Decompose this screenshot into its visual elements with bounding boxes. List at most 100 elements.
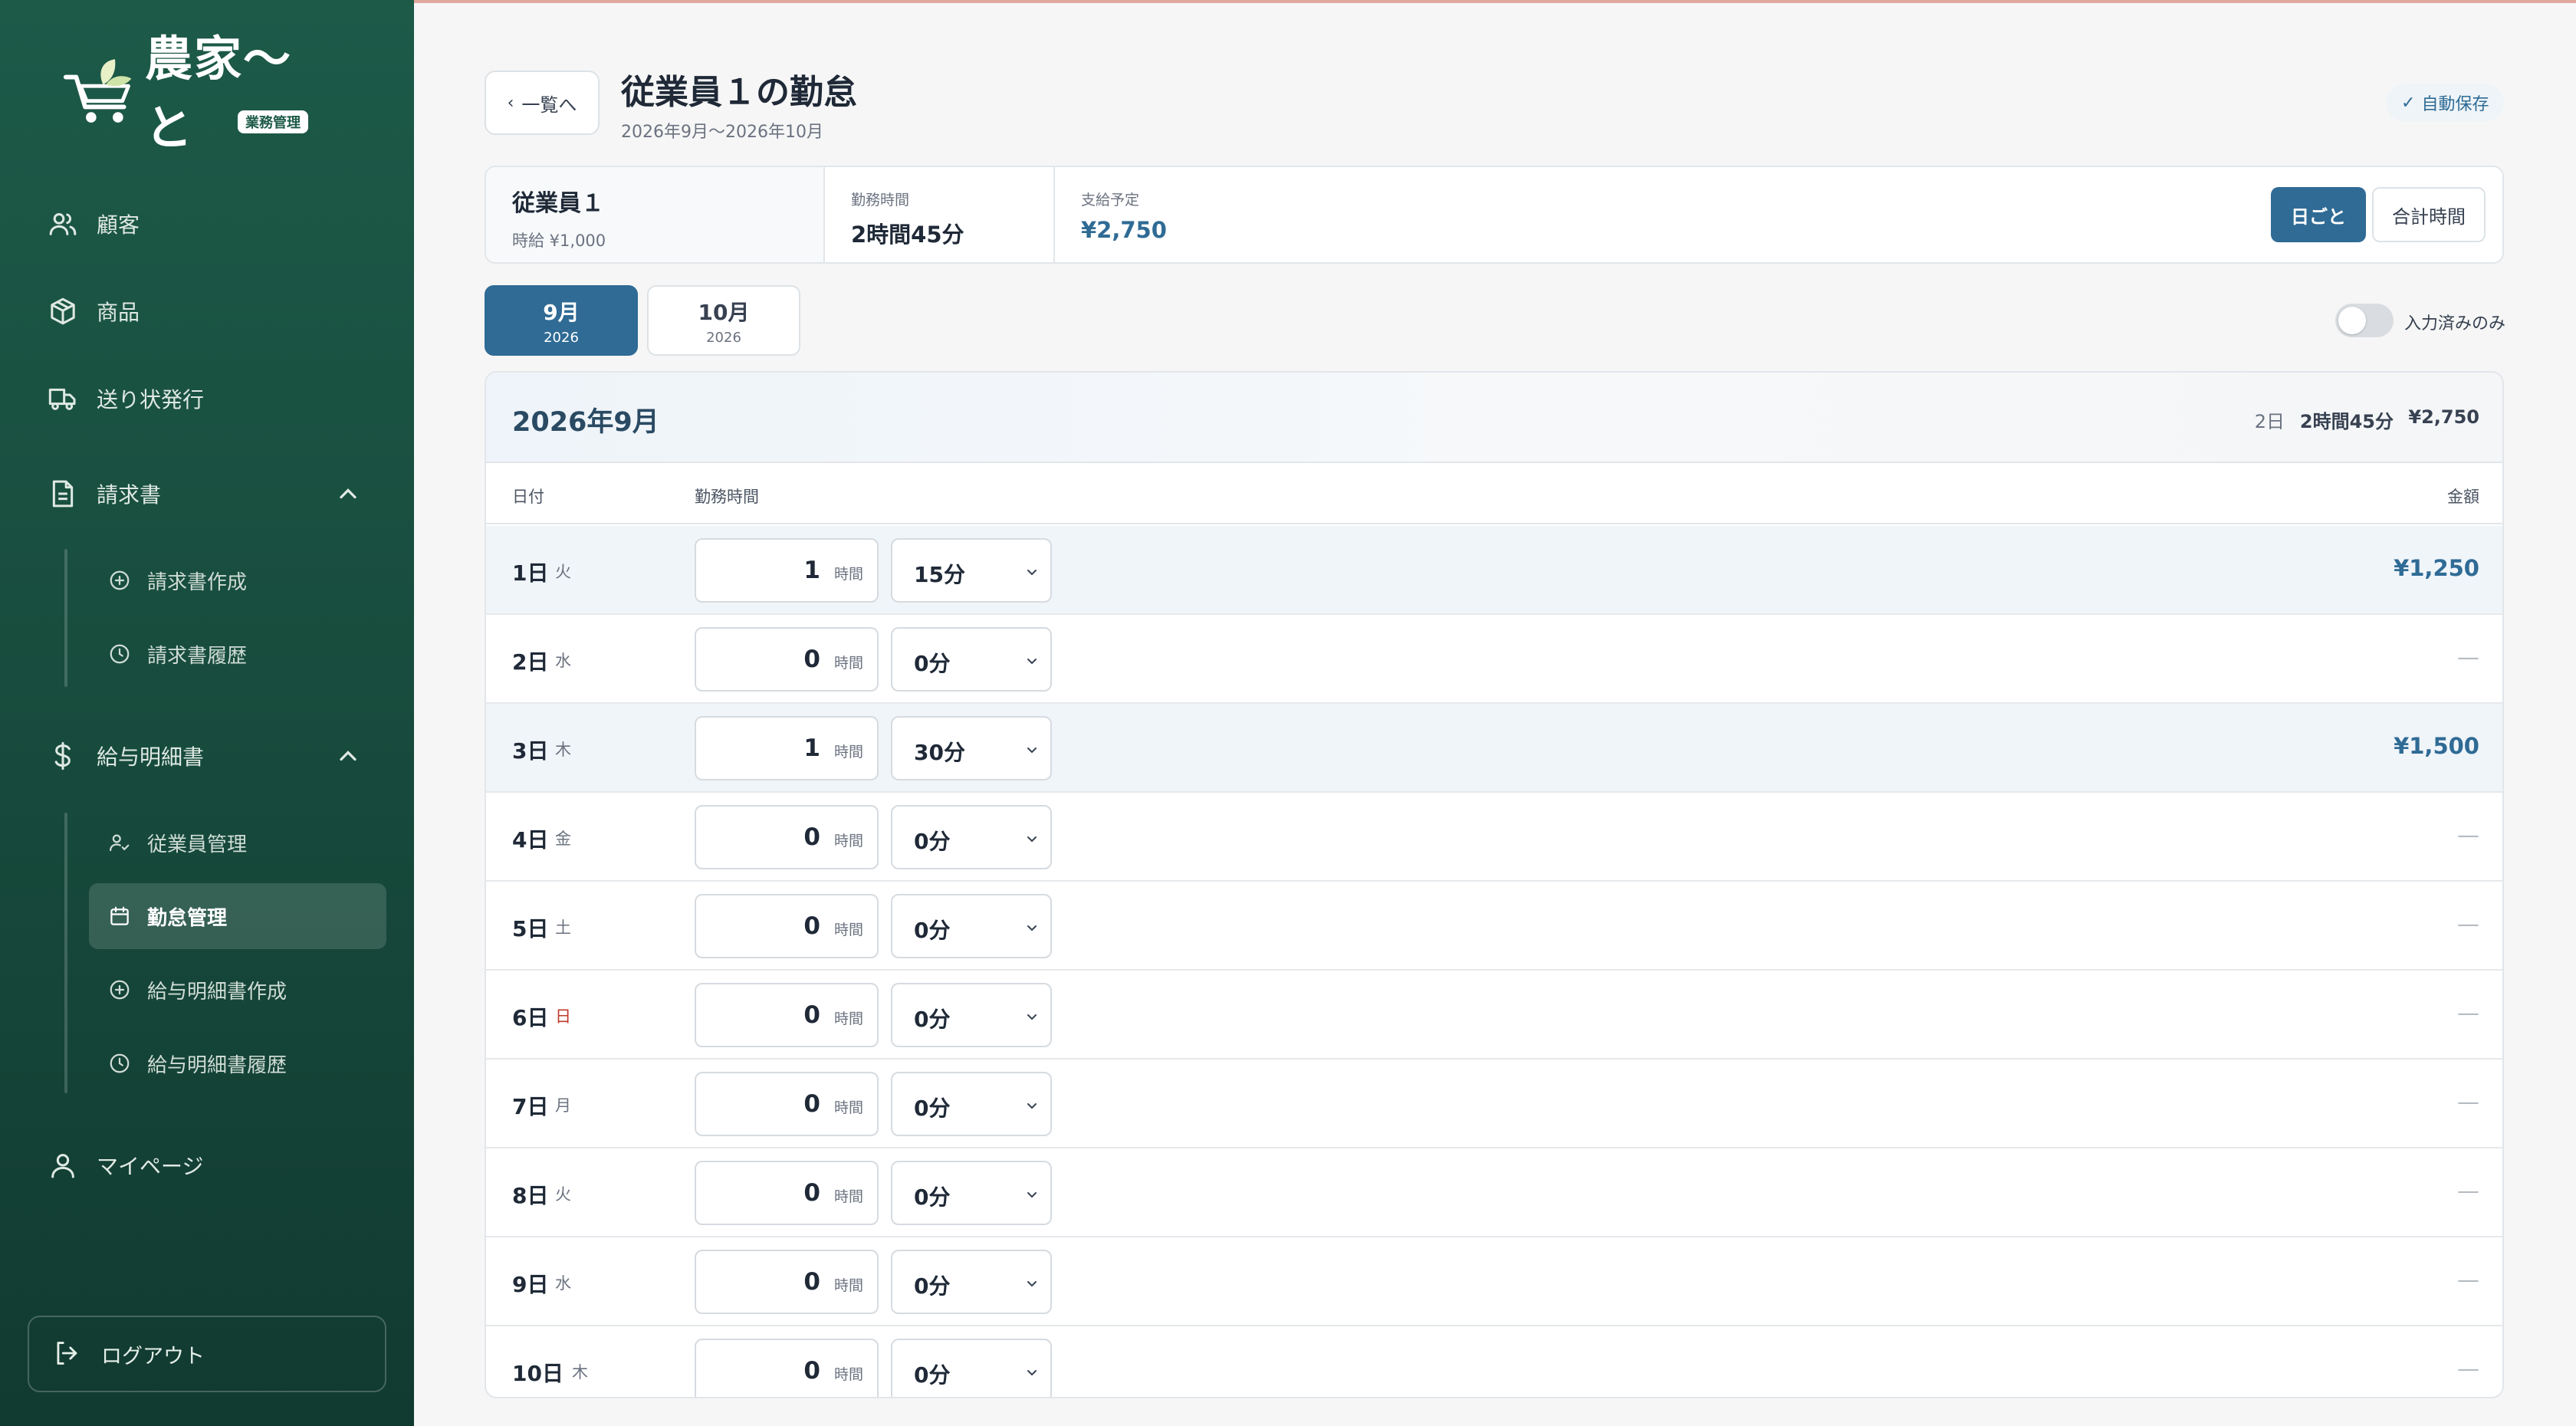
table-row: 6日 日 0 時間 0分 — <box>486 971 2502 1060</box>
chevron-up-icon[interactable] <box>334 742 362 770</box>
nav-shipping[interactable]: 送り状発行 <box>46 376 204 422</box>
nav-invoice-history[interactable]: 請求書履歴 <box>89 621 386 687</box>
employee-name: 従業員１ <box>512 190 604 217</box>
month-tab-september[interactable]: 9月 2026 <box>485 285 638 356</box>
row-amount: — <box>2457 1178 2479 1204</box>
row-date: 5日 <box>512 916 549 941</box>
user-check-icon <box>107 830 132 855</box>
row-date: 7日 <box>512 1094 549 1119</box>
employee-info: 従業員１ 時給 ¥1,000 <box>486 167 825 262</box>
chevron-down-icon <box>1027 748 1037 754</box>
minutes-value: 15分 <box>914 562 965 587</box>
minutes-select[interactable]: 0分 <box>891 894 1052 958</box>
hours-value: 0 <box>803 1001 820 1029</box>
row-amount: ¥1,250 <box>2394 555 2479 581</box>
hours-value: 0 <box>803 823 820 851</box>
hours-input[interactable]: 0 時間 <box>695 627 879 692</box>
row-date: 9日 <box>512 1272 549 1297</box>
minutes-select[interactable]: 0分 <box>891 1339 1052 1397</box>
back-to-list-button[interactable]: ‹ 一覧へ <box>485 71 600 135</box>
plus-circle-icon <box>107 568 132 593</box>
minutes-value: 30分 <box>914 740 965 765</box>
cart-leaf-logo-icon <box>63 59 132 123</box>
nav-payslip-history[interactable]: 給与明細書履歴 <box>89 1030 386 1096</box>
minutes-value: 0分 <box>914 918 951 943</box>
nav-invoice-create-label: 請求書作成 <box>147 570 248 594</box>
nav-attendance[interactable]: 勤怠管理 <box>89 883 386 949</box>
minutes-select[interactable]: 15分 <box>891 538 1052 603</box>
hours-value: 0 <box>803 1268 820 1296</box>
hours-input[interactable]: 0 時間 <box>695 805 879 869</box>
month-tab-label: 10月 <box>698 299 750 325</box>
chevron-down-icon <box>1027 1281 1037 1287</box>
row-weekday: 水 <box>555 652 571 670</box>
month-total-time: 2時間45分 <box>2299 411 2394 432</box>
app-logo[interactable]: 農家〜と 業務管理 <box>60 31 336 156</box>
row-date: 2日 <box>512 649 549 675</box>
nav-mypage[interactable]: マイページ <box>46 1142 203 1188</box>
logout-button[interactable]: ログアウト <box>28 1316 386 1392</box>
col-date-header: 日付 <box>512 488 544 506</box>
document-icon <box>46 477 80 511</box>
payroll-subnav-line <box>64 813 67 1093</box>
clock-icon <box>107 1051 132 1076</box>
employee-summary-card: 従業員１ 時給 ¥1,000 勤務時間 2時間45分 支給予定 ¥2,750 <box>485 166 2504 264</box>
row-amount: — <box>2457 1089 2479 1115</box>
hours-input[interactable]: 0 時間 <box>695 894 879 958</box>
back-label: 一覧へ <box>521 94 577 116</box>
filled-only-label: 入力済みのみ <box>2404 314 2506 334</box>
nav-payslip-create[interactable]: 給与明細書作成 <box>89 957 386 1023</box>
nav-invoice-create[interactable]: 請求書作成 <box>89 547 386 613</box>
truck-icon <box>46 382 80 416</box>
nav-payroll[interactable]: 給与明細書 <box>46 733 204 779</box>
row-amount: — <box>2457 1267 2479 1293</box>
month-tab-year: 2026 <box>544 329 579 346</box>
chevron-down-icon <box>1027 1192 1037 1198</box>
minutes-select[interactable]: 0分 <box>891 983 1052 1047</box>
work-time-label: 勤務時間 <box>851 192 910 209</box>
table-row: 1日 火 1 時間 15分 ¥1,250 <box>486 526 2502 615</box>
users-icon <box>46 207 80 241</box>
logout-icon <box>52 1339 83 1369</box>
row-amount: — <box>2457 911 2479 937</box>
nav-payslip-history-label: 給与明細書履歴 <box>147 1053 288 1077</box>
hours-input[interactable]: 1 時間 <box>695 716 879 780</box>
hours-input[interactable]: 0 時間 <box>695 1250 879 1314</box>
view-daily-button[interactable]: 日ごと <box>2271 187 2366 242</box>
hours-input[interactable]: 1 時間 <box>695 538 879 603</box>
row-weekday: 月 <box>555 1096 571 1115</box>
view-total-button[interactable]: 合計時間 <box>2372 187 2486 242</box>
hours-value: 0 <box>803 1357 820 1385</box>
chevron-up-icon[interactable] <box>334 480 362 508</box>
minutes-select[interactable]: 0分 <box>891 805 1052 869</box>
minutes-select[interactable]: 0分 <box>891 1161 1052 1225</box>
user-icon <box>46 1148 80 1182</box>
nav-products[interactable]: 商品 <box>46 288 140 334</box>
hours-input[interactable]: 0 時間 <box>695 983 879 1047</box>
nav-invoice[interactable]: 請求書 <box>46 471 161 517</box>
table-row: 3日 木 1 時間 30分 ¥1,500 <box>486 704 2502 793</box>
attendance-table-card: 2026年9月 2日 2時間45分 ¥2,750 日付 勤務時間 金額 1日 火… <box>485 371 2504 1398</box>
period-range: 2026年9月〜2026年10月 <box>621 123 823 142</box>
month-tab-october[interactable]: 10月 2026 <box>647 285 800 356</box>
hours-unit: 時間 <box>833 655 863 672</box>
nav-customers[interactable]: 顧客 <box>46 201 140 247</box>
nav-attendance-label: 勤怠管理 <box>147 906 228 930</box>
row-weekday: 水 <box>555 1274 571 1293</box>
hours-unit: 時間 <box>833 1366 863 1383</box>
month-header: 2026年9月 2日 2時間45分 ¥2,750 <box>486 373 2502 463</box>
hours-value: 0 <box>803 912 820 940</box>
minutes-select[interactable]: 0分 <box>891 627 1052 692</box>
hours-input[interactable]: 0 時間 <box>695 1072 879 1136</box>
hours-unit: 時間 <box>833 566 863 583</box>
hours-unit: 時間 <box>833 1277 863 1294</box>
minutes-select[interactable]: 0分 <box>891 1250 1052 1314</box>
hours-input[interactable]: 0 時間 <box>695 1339 879 1397</box>
hours-input[interactable]: 0 時間 <box>695 1161 879 1225</box>
minutes-select[interactable]: 30分 <box>891 716 1052 780</box>
row-weekday: 木 <box>555 741 571 759</box>
minutes-select[interactable]: 0分 <box>891 1072 1052 1136</box>
filled-only-toggle[interactable] <box>2335 304 2394 337</box>
nav-employees[interactable]: 従業員管理 <box>89 810 386 876</box>
row-weekday: 火 <box>555 1185 571 1204</box>
